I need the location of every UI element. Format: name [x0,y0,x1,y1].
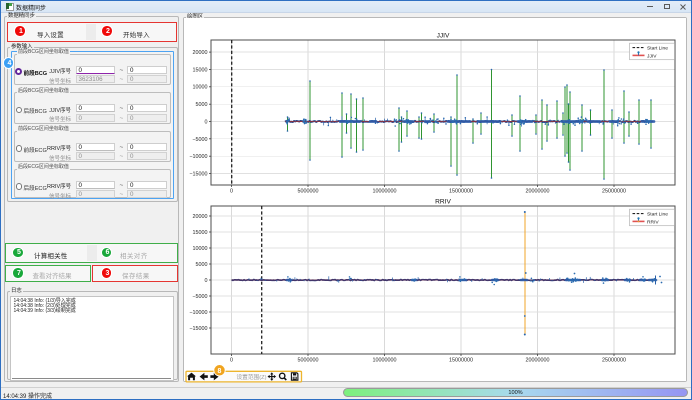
svg-text:0: 0 [230,189,233,195]
svg-text:0: 0 [230,358,233,364]
svg-text:8: 8 [218,368,222,375]
svg-text:−10000: −10000 [189,154,207,160]
svg-text:Start Line: Start Line [647,212,668,218]
svg-text:−5000: −5000 [192,294,207,300]
svg-text:20000000: 20000000 [526,189,550,195]
svg-text:−15000: −15000 [189,172,207,178]
svg-text:−5000: −5000 [192,137,207,143]
svg-text:15000000: 15000000 [449,189,473,195]
svg-text:Start Line: Start Line [647,46,668,52]
svg-text:0: 0 [205,119,208,125]
svg-text:10000000: 10000000 [373,189,397,195]
svg-text:JJIV: JJIV [437,33,450,40]
svg-text:15000000: 15000000 [449,358,473,364]
svg-text:RRIV: RRIV [647,219,659,225]
svg-text:20000: 20000 [193,214,208,220]
svg-text:10000: 10000 [193,246,208,252]
svg-text:设置范围(Z): 设置范围(Z) [237,373,267,381]
svg-text:25000000: 25000000 [602,189,626,195]
svg-text:5000000: 5000000 [298,358,319,364]
svg-text:25000000: 25000000 [602,358,626,364]
svg-text:5000: 5000 [196,262,208,268]
svg-text:−10000: −10000 [189,310,207,316]
svg-text:JJIV: JJIV [647,53,657,59]
svg-text:15000: 15000 [193,230,208,236]
svg-text:10000: 10000 [193,85,208,91]
svg-text:−15000: −15000 [189,326,207,332]
svg-text:5000000: 5000000 [298,189,319,195]
svg-text:10000000: 10000000 [373,358,397,364]
svg-text:RRIV: RRIV [435,199,451,206]
svg-text:0: 0 [205,278,208,284]
svg-text:5000: 5000 [196,102,208,108]
svg-text:20000000: 20000000 [526,358,550,364]
svg-text:20000: 20000 [193,50,208,56]
svg-text:15000: 15000 [193,67,208,73]
